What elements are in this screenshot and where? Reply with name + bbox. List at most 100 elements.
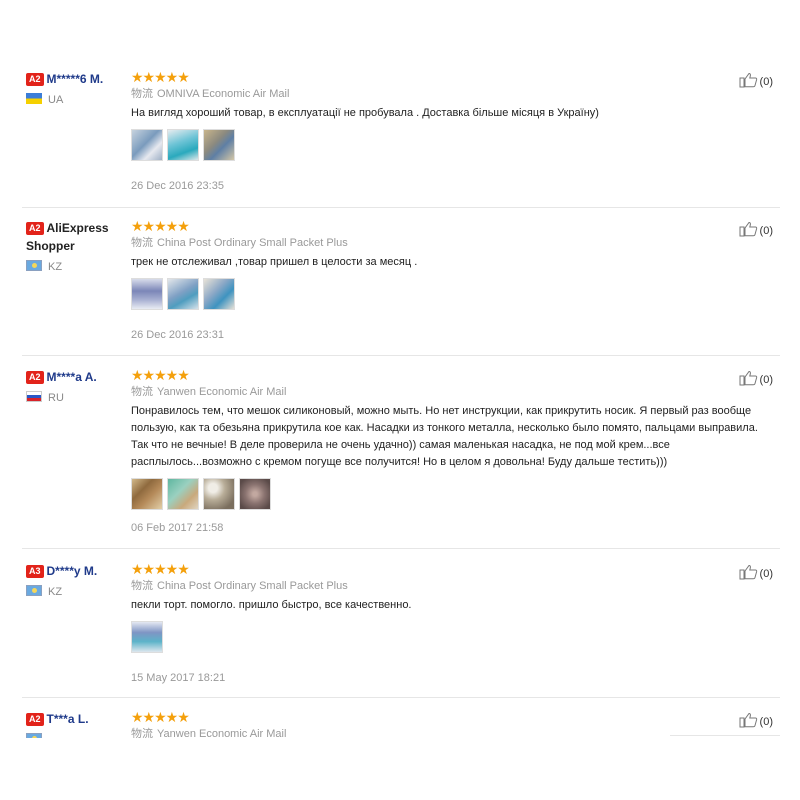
review-item: A3 D****y M. KZ ★★★★★ 物流 China Post Ordina…: [0, 562, 800, 697]
reviewer-name[interactable]: M****a A.: [47, 370, 97, 384]
kazakhstan-flag-icon: [26, 733, 42, 738]
review-date: 26 Dec 2016 23:31: [131, 329, 224, 341]
helpful-count: (0): [759, 225, 773, 237]
buyer-level-badge: A2: [26, 222, 44, 235]
reviewer-info: A2 M*****6 M. UA: [26, 70, 126, 106]
thumbs-up-icon: [739, 72, 759, 92]
review-photo-thumbnail[interactable]: [131, 478, 163, 510]
reviewer-info: A3 D****y M. KZ: [26, 562, 126, 598]
country-code: KZ: [48, 261, 63, 273]
buyer-level-badge: A2: [26, 371, 44, 384]
review-date: 06 Feb 2017 21:58: [131, 522, 224, 534]
ukraine-flag-icon: [26, 93, 42, 104]
logistics-label: 物流: [131, 237, 153, 249]
thumbs-up-icon: [739, 712, 759, 732]
thumbs-up-icon: [739, 370, 759, 390]
logistics-label: 物流: [131, 580, 153, 592]
logistics-info: 物流 China Post Ordinary Small Packet Plus: [131, 236, 773, 250]
logistics-info: 物流 Yanwen Economic Air Mail: [131, 385, 773, 399]
country-code: KZ: [48, 586, 63, 598]
review-photos: [131, 478, 773, 514]
logistics-method: China Post Ordinary Small Packet Plus: [157, 237, 348, 249]
helpful-button[interactable]: (0): [739, 72, 773, 92]
star-rating: ★★★★★: [131, 218, 190, 234]
review-item: A2 M****a A. RU ★★★★★ 物流 Yanwen Economic A…: [0, 368, 800, 546]
review-text: На вигляд хороший товар, в експлуатації …: [131, 107, 599, 119]
logistics-method: Yanwen Economic Air Mail: [157, 728, 287, 738]
kazakhstan-flag-icon: [26, 585, 42, 596]
review-content: ★★★★★ 物流 Yanwen Economic Air Mail Понрави…: [131, 367, 773, 534]
country-code: UA: [48, 94, 64, 106]
reviews-list: A2 M*****6 M. UA ★★★★★ 物流 OMNIVA Economic …: [0, 0, 800, 738]
logistics-label: 物流: [131, 88, 153, 100]
review-content: ★★★★★ 物流 China Post Ordinary Small Packet…: [131, 218, 773, 341]
helpful-button[interactable]: (0): [739, 370, 773, 390]
review-photo-thumbnail[interactable]: [131, 621, 163, 653]
reviewer-country: UA: [26, 93, 126, 106]
review-photos: [131, 621, 773, 657]
review-photo-thumbnail[interactable]: [131, 278, 163, 310]
review-text: Понравилось тем, что мешок силиконовый, …: [131, 405, 758, 468]
russia-flag-icon: [26, 391, 42, 402]
reviewer-country: RU: [26, 391, 126, 404]
reviewer-info: A2 AliExpress Shopper KZ: [26, 219, 126, 273]
star-rating: ★★★★★: [131, 69, 190, 85]
review-date: 26 Dec 2016 23:35: [131, 180, 224, 192]
star-rating: ★★★★★: [131, 367, 190, 383]
star-rating: ★★★★★: [131, 709, 190, 725]
review-photo-thumbnail[interactable]: [167, 478, 199, 510]
reviewer-info: A2 T***a L.: [26, 710, 126, 738]
helpful-button[interactable]: (0): [739, 564, 773, 584]
review-photo-thumbnail[interactable]: [203, 278, 235, 310]
reviewer-info: A2 M****a A. RU: [26, 368, 126, 404]
footer-divider: [670, 735, 780, 736]
logistics-method: Yanwen Economic Air Mail: [157, 386, 287, 398]
reviewer-name[interactable]: M*****6 M.: [47, 72, 104, 86]
reviewer-country: KZ: [26, 585, 126, 598]
review-item: A2 AliExpress Shopper KZ ★★★★★ 物流 China Po…: [0, 219, 800, 357]
reviewer-country: [26, 733, 126, 738]
star-rating: ★★★★★: [131, 561, 190, 577]
thumbs-up-icon: [739, 564, 759, 584]
logistics-method: China Post Ordinary Small Packet Plus: [157, 580, 348, 592]
review-divider: [22, 697, 780, 698]
review-text: пекли торт. помогло. пришло быстро, все …: [131, 599, 412, 611]
logistics-info: 物流 OMNIVA Economic Air Mail: [131, 87, 773, 101]
review-photo-thumbnail[interactable]: [131, 129, 163, 161]
review-divider: [22, 355, 780, 356]
buyer-level-badge: A3: [26, 565, 44, 578]
logistics-method: OMNIVA Economic Air Mail: [157, 88, 290, 100]
helpful-count: (0): [759, 374, 773, 386]
country-code: RU: [48, 392, 64, 404]
review-item: A2 T***a L. ★★★★★ 物流 Yanwen Economic Air M…: [0, 710, 800, 738]
reviewer-name[interactable]: D****y M.: [47, 564, 98, 578]
review-photo-thumbnail[interactable]: [203, 129, 235, 161]
review-photo-thumbnail[interactable]: [239, 478, 271, 510]
buyer-level-badge: A2: [26, 713, 44, 726]
buyer-level-badge: A2: [26, 73, 44, 86]
helpful-count: (0): [759, 716, 773, 728]
helpful-button[interactable]: (0): [739, 221, 773, 241]
review-date: 15 May 2017 18:21: [131, 672, 226, 684]
review-content: ★★★★★ 物流 OMNIVA Economic Air Mail На вигл…: [131, 69, 773, 192]
kazakhstan-flag-icon: [26, 260, 42, 271]
review-divider: [22, 207, 780, 208]
logistics-label: 物流: [131, 728, 153, 738]
helpful-button[interactable]: (0): [739, 712, 773, 732]
review-photos: [131, 129, 773, 165]
helpful-count: (0): [759, 76, 773, 88]
review-photo-thumbnail[interactable]: [203, 478, 235, 510]
review-content: ★★★★★ 物流 Yanwen Economic Air Mail: [131, 710, 773, 738]
helpful-count: (0): [759, 568, 773, 580]
review-item: A2 M*****6 M. UA ★★★★★ 物流 OMNIVA Economic …: [0, 70, 800, 208]
reviewer-country: KZ: [26, 260, 126, 273]
review-divider: [22, 548, 780, 549]
logistics-info: 物流 Yanwen Economic Air Mail: [131, 727, 773, 738]
logistics-label: 物流: [131, 386, 153, 398]
reviewer-name[interactable]: T***a L.: [47, 712, 89, 726]
logistics-info: 物流 China Post Ordinary Small Packet Plus: [131, 579, 773, 593]
review-photo-thumbnail[interactable]: [167, 129, 199, 161]
review-photos: [131, 278, 773, 314]
review-photo-thumbnail[interactable]: [167, 278, 199, 310]
thumbs-up-icon: [739, 221, 759, 241]
